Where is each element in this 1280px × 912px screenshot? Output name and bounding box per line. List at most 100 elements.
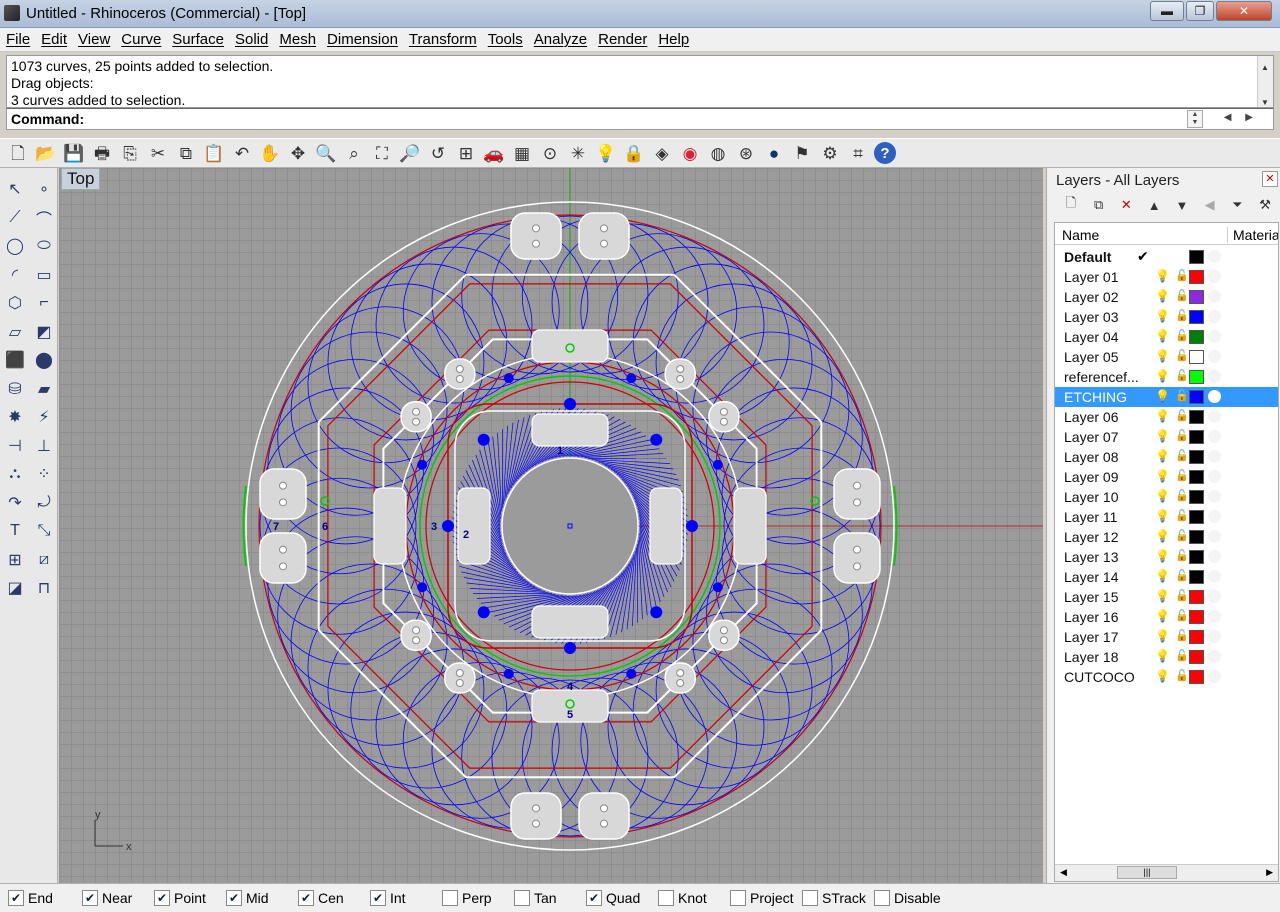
layer-name[interactable]: Layer 05 bbox=[1064, 349, 1118, 365]
layer-name[interactable]: Layer 13 bbox=[1064, 549, 1118, 565]
material-icon[interactable] bbox=[1208, 510, 1221, 523]
layer-row[interactable]: Layer 18 💡 🔓 bbox=[1055, 647, 1278, 667]
point-icon[interactable]: ✳ bbox=[566, 141, 590, 165]
mesh-icon[interactable]: ▰ bbox=[32, 377, 56, 401]
unlock-icon[interactable]: 🔓 bbox=[1175, 429, 1189, 442]
ellipse-icon[interactable]: ⬭ bbox=[32, 234, 56, 258]
layer-row[interactable]: Layer 07 💡 🔓 bbox=[1055, 427, 1278, 447]
unlock-icon[interactable]: 🔓 bbox=[1175, 609, 1189, 622]
osnap-checkbox[interactable]: ✔ bbox=[154, 890, 170, 906]
layer-color-swatch[interactable] bbox=[1189, 590, 1204, 604]
four-viewports-icon[interactable]: ⊞ bbox=[454, 141, 478, 165]
layer-name[interactable]: Layer 10 bbox=[1064, 489, 1118, 505]
osnap-checkbox[interactable]: ✔ bbox=[82, 890, 98, 906]
layer-name[interactable]: ETCHING bbox=[1064, 389, 1127, 405]
dimension-icon[interactable]: ⌗ bbox=[846, 141, 870, 165]
visibility-bulb-icon[interactable]: 💡 bbox=[1155, 389, 1170, 403]
visibility-bulb-icon[interactable]: 💡 bbox=[1155, 369, 1170, 383]
material-icon[interactable] bbox=[1208, 550, 1221, 563]
visibility-bulb-icon[interactable]: 💡 bbox=[1155, 449, 1170, 463]
close-button[interactable]: ✕ bbox=[1216, 1, 1272, 21]
layer-name[interactable]: Layer 12 bbox=[1064, 529, 1118, 545]
rotate-view-icon[interactable]: ✥ bbox=[286, 141, 310, 165]
polygon-icon[interactable]: ⬡ bbox=[3, 291, 27, 315]
osnap-int[interactable]: ✔ Int bbox=[370, 890, 406, 906]
visibility-bulb-icon[interactable]: 💡 bbox=[1155, 289, 1170, 303]
command-spin-icon[interactable]: ▲ ▼ bbox=[1187, 110, 1203, 128]
wireframe-sphere-icon[interactable]: ◍ bbox=[706, 141, 730, 165]
osnap-checkbox[interactable] bbox=[730, 890, 746, 906]
visibility-bulb-icon[interactable]: 💡 bbox=[1155, 569, 1170, 583]
osnap-point[interactable]: ✔ Point bbox=[154, 890, 206, 906]
layer-name[interactable]: Layer 01 bbox=[1064, 269, 1118, 285]
unlock-icon[interactable]: 🔓 bbox=[1175, 409, 1189, 422]
visibility-bulb-icon[interactable]: 💡 bbox=[1155, 509, 1170, 523]
material-icon[interactable] bbox=[1208, 310, 1221, 323]
layer-row[interactable]: Layer 11 💡 🔓 bbox=[1055, 507, 1278, 527]
visibility-bulb-icon[interactable]: 💡 bbox=[1155, 329, 1170, 343]
layer-name[interactable]: Layer 06 bbox=[1064, 409, 1118, 425]
unlock-icon[interactable]: 🔓 bbox=[1175, 309, 1189, 322]
layer-name[interactable]: referencef... bbox=[1064, 369, 1139, 385]
layer-name[interactable]: Layer 09 bbox=[1064, 469, 1118, 485]
osnap-cen[interactable]: ✔ Cen bbox=[298, 890, 344, 906]
material-icon[interactable] bbox=[1208, 250, 1221, 263]
visibility-bulb-icon[interactable]: 💡 bbox=[1155, 409, 1170, 423]
material-icon[interactable] bbox=[1208, 330, 1221, 343]
color-wheel-icon[interactable]: ◉ bbox=[678, 141, 702, 165]
circle-icon[interactable]: ◯ bbox=[3, 234, 27, 258]
material-icon[interactable] bbox=[1208, 350, 1221, 363]
unlock-icon[interactable]: 🔓 bbox=[1175, 329, 1189, 342]
visibility-bulb-icon[interactable]: 💡 bbox=[1155, 609, 1170, 623]
text-icon[interactable]: T bbox=[3, 519, 27, 543]
osnap-checkbox[interactable]: ✔ bbox=[226, 890, 242, 906]
layer-row[interactable]: Layer 05 💡 🔓 bbox=[1055, 347, 1278, 367]
layer-icon[interactable]: ◈ bbox=[650, 141, 674, 165]
unlock-icon[interactable]: 🔓 bbox=[1175, 669, 1189, 682]
unlock-icon[interactable]: 🔓 bbox=[1175, 569, 1189, 582]
material-icon[interactable] bbox=[1208, 410, 1221, 423]
column-material[interactable]: Material bbox=[1227, 227, 1278, 243]
menu-edit[interactable]: Edit bbox=[41, 31, 67, 48]
menu-surface[interactable]: Surface bbox=[172, 31, 224, 48]
menu-transform[interactable]: Transform bbox=[409, 31, 477, 48]
menu-solid[interactable]: Solid bbox=[235, 31, 268, 48]
layer-color-swatch[interactable] bbox=[1189, 530, 1204, 544]
rectangle-icon[interactable]: ▭ bbox=[32, 263, 56, 287]
filter-icon[interactable]: ⏷ bbox=[1224, 197, 1252, 213]
osnap-checkbox[interactable]: ✔ bbox=[586, 890, 602, 906]
material-icon[interactable] bbox=[1208, 630, 1221, 643]
layers-hscrollbar[interactable]: ◀ ||| ▶ bbox=[1055, 864, 1278, 881]
surface-icon[interactable]: ▱ bbox=[3, 320, 27, 344]
tools-icon[interactable]: ⚒ bbox=[1251, 197, 1279, 213]
visibility-bulb-icon[interactable]: 💡 bbox=[1155, 589, 1170, 603]
unlock-icon[interactable]: 🔓 bbox=[1175, 529, 1189, 542]
undo-icon[interactable]: ↶ bbox=[230, 141, 254, 165]
viewport-title[interactable]: Top bbox=[61, 168, 101, 190]
unlock-icon[interactable]: 🔓 bbox=[1175, 449, 1189, 462]
layer-name[interactable]: Layer 11 bbox=[1064, 509, 1117, 525]
layer-name[interactable]: Layer 03 bbox=[1064, 309, 1118, 325]
layer-name[interactable]: Layer 15 bbox=[1064, 589, 1118, 605]
move-down-icon[interactable]: ▼ bbox=[1168, 198, 1196, 213]
paste-icon[interactable]: 📋 bbox=[202, 141, 226, 165]
menu-dimension[interactable]: Dimension bbox=[327, 31, 398, 48]
column-name[interactable]: Name bbox=[1062, 227, 1099, 243]
current-layer-check-icon[interactable]: ✔ bbox=[1137, 248, 1149, 265]
unlock-icon[interactable]: 🔓 bbox=[1175, 469, 1189, 482]
layer-color-swatch[interactable] bbox=[1189, 270, 1204, 284]
visibility-bulb-icon[interactable]: 💡 bbox=[1155, 649, 1170, 663]
help-icon[interactable]: ? bbox=[874, 142, 896, 164]
menu-mesh[interactable]: Mesh bbox=[279, 31, 316, 48]
visibility-bulb-icon[interactable]: 💡 bbox=[1155, 309, 1170, 323]
layer-name[interactable]: Layer 07 bbox=[1064, 429, 1118, 445]
import-icon[interactable]: ⎘ bbox=[118, 141, 142, 165]
material-icon[interactable] bbox=[1208, 490, 1221, 503]
command-input[interactable] bbox=[88, 110, 1273, 128]
scroll-thumb[interactable]: ||| bbox=[1117, 866, 1177, 879]
scroll-up-icon[interactable]: ▲ bbox=[1261, 59, 1269, 76]
material-icon[interactable] bbox=[1208, 650, 1221, 663]
osnap-checkbox[interactable] bbox=[514, 890, 530, 906]
mirror-icon[interactable]: ⧄ bbox=[32, 548, 56, 572]
new-layer-icon[interactable]: 🗋 bbox=[1057, 194, 1085, 216]
